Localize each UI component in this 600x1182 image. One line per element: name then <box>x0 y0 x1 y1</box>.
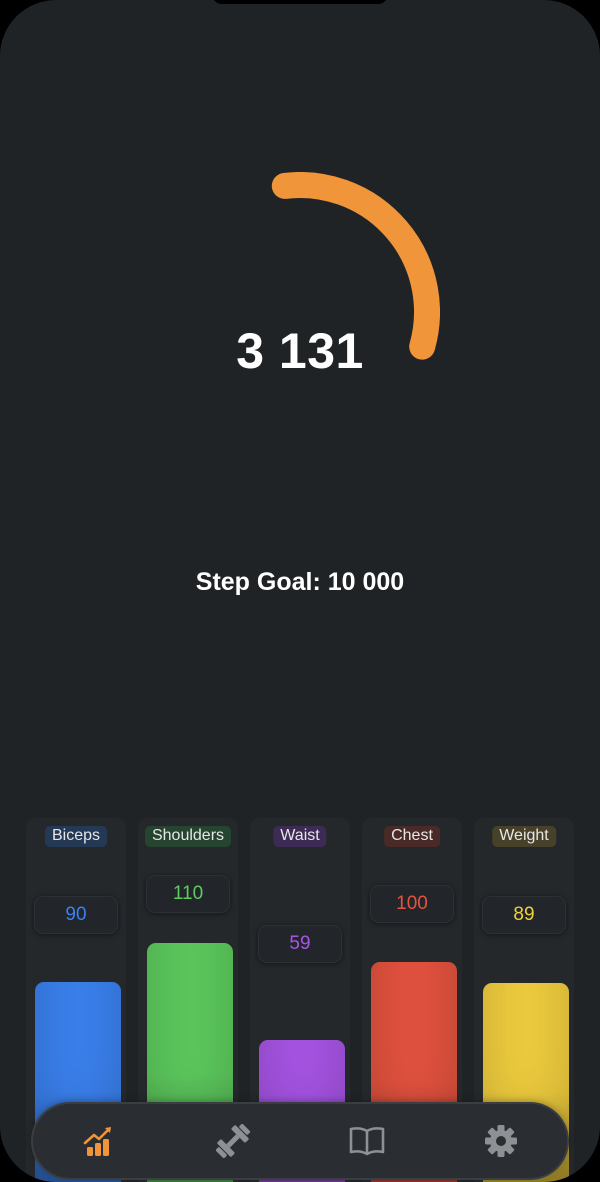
device-notch <box>212 0 388 4</box>
step-progress-ring <box>160 172 440 452</box>
gear-icon <box>485 1125 517 1157</box>
measurement-label: Weight <box>492 826 556 847</box>
step-count: 3 131 <box>236 323 364 379</box>
measurement-value: 89 <box>482 896 566 934</box>
measurement-label: Biceps <box>44 826 108 847</box>
measurement-label: Chest <box>384 826 440 847</box>
dumbbell-icon <box>215 1123 251 1159</box>
tab-progress[interactable] <box>75 1117 123 1165</box>
measurement-label: Shoulders <box>144 826 232 847</box>
chart-up-icon <box>83 1127 111 1156</box>
tab-settings[interactable] <box>477 1117 525 1165</box>
tab-journal[interactable] <box>343 1117 391 1165</box>
app-screen: 3 131 Step Goal: 10 000 Biceps 90 Should… <box>0 0 600 1182</box>
step-goal-label: Step Goal: 10 000 <box>195 568 405 596</box>
measurement-value: 90 <box>34 896 118 934</box>
measurement-value: 59 <box>258 925 342 963</box>
measurement-value: 100 <box>370 885 454 923</box>
bottom-tab-bar <box>33 1104 567 1178</box>
measurement-label: Waist <box>273 826 327 847</box>
book-icon <box>349 1127 385 1156</box>
step-progress-ring-svg <box>271 172 440 360</box>
measurement-value: 110 <box>146 875 230 913</box>
tab-workouts[interactable] <box>209 1117 257 1165</box>
